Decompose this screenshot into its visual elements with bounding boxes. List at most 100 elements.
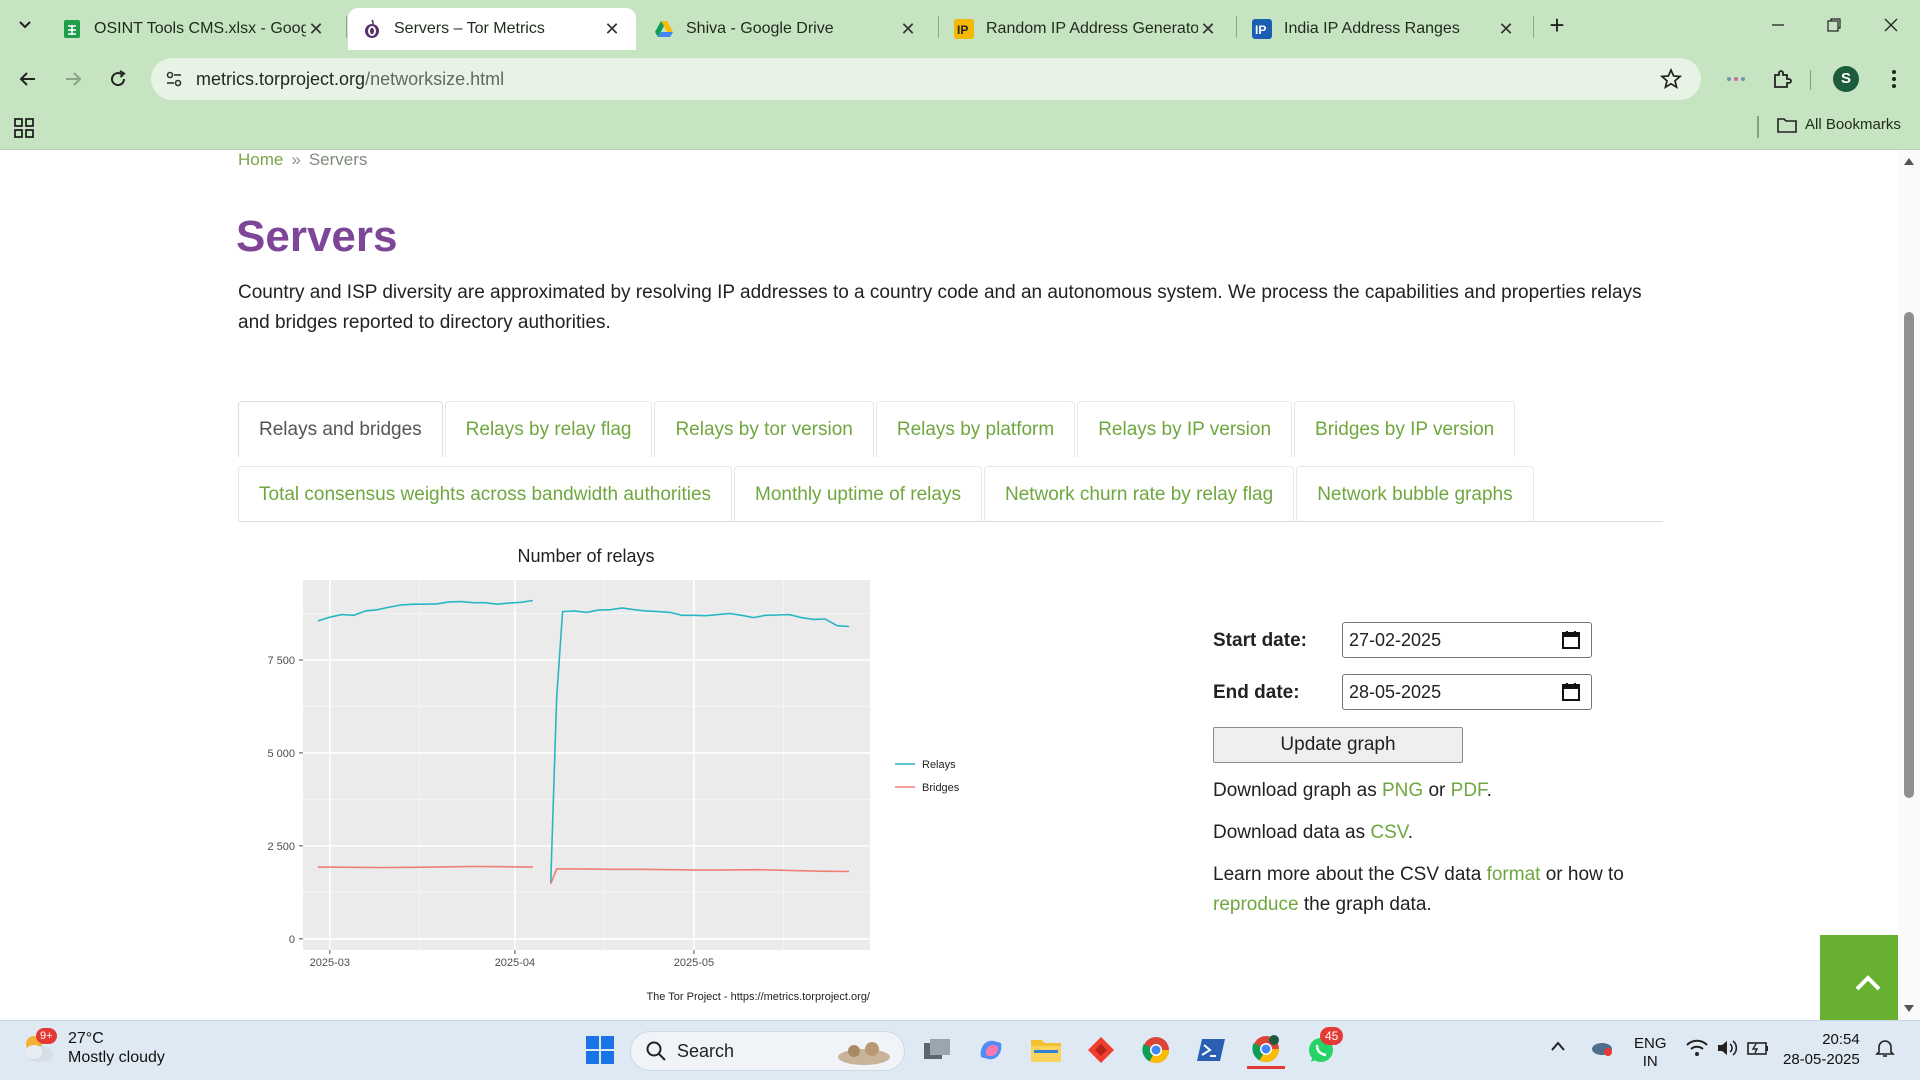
scrollbar-thumb[interactable] xyxy=(1904,312,1914,798)
weather-temp: 27°C xyxy=(68,1030,104,1047)
tab-total-consensus-weights[interactable]: Total consensus weights across bandwidth… xyxy=(238,466,733,522)
close-icon[interactable]: ✕ xyxy=(1198,19,1218,39)
svg-text:IP: IP xyxy=(957,23,968,37)
lens-icon[interactable] xyxy=(1721,64,1751,94)
chrome-button[interactable] xyxy=(1137,1031,1175,1069)
minimize-icon xyxy=(1772,24,1784,26)
task-view-icon xyxy=(924,1039,950,1059)
plus-icon: + xyxy=(1549,10,1565,40)
folder-icon xyxy=(1777,117,1797,133)
tab-relays-by-ip-version[interactable]: Relays by IP version xyxy=(1077,401,1293,457)
y-tick-label: 5 000 xyxy=(267,748,295,760)
wifi-icon[interactable] xyxy=(1686,1039,1708,1062)
volume-icon[interactable] xyxy=(1716,1039,1738,1062)
all-bookmarks-button[interactable]: All Bookmarks xyxy=(1777,116,1901,133)
onedrive-icon[interactable] xyxy=(1590,1037,1614,1062)
tab-network-churn-rate[interactable]: Network churn rate by relay flag xyxy=(983,466,1295,522)
end-date-input[interactable]: 28-05-2025 xyxy=(1342,674,1592,710)
ip-icon: IP xyxy=(954,19,974,39)
address-bar[interactable]: metrics.torproject.org/networksize.html xyxy=(151,58,1701,100)
tab-relays-by-relay-flag[interactable]: Relays by relay flag xyxy=(444,401,653,457)
notifications-icon[interactable] xyxy=(1875,1038,1895,1063)
x-tick-label: 2025-04 xyxy=(495,957,535,969)
powershell-button[interactable] xyxy=(1192,1031,1230,1069)
chrome-profile-button[interactable] xyxy=(1247,1031,1285,1069)
menu-kebab-icon[interactable] xyxy=(1879,64,1909,94)
bookmark-star-icon[interactable] xyxy=(1659,67,1683,91)
close-icon[interactable]: ✕ xyxy=(306,19,326,39)
calendar-icon[interactable] xyxy=(1561,630,1581,650)
weather-widget[interactable]: 9+ 27°C Mostly cloudy xyxy=(20,1028,165,1067)
breadcrumb-home-link[interactable]: Home xyxy=(238,150,283,169)
svg-text:IP: IP xyxy=(1255,23,1266,37)
minimize-button[interactable] xyxy=(1758,10,1798,40)
tab-relays-by-platform[interactable]: Relays by platform xyxy=(875,401,1076,457)
tab-monthly-uptime[interactable]: Monthly uptime of relays xyxy=(734,466,982,522)
bookmarks-divider xyxy=(1757,116,1759,138)
start-button[interactable] xyxy=(581,1031,619,1069)
download-csv-link[interactable]: CSV xyxy=(1370,822,1407,843)
end-date-value: 28-05-2025 xyxy=(1349,682,1442,702)
series-line-bridges xyxy=(317,865,533,869)
scroll-up-arrow-icon[interactable] xyxy=(1903,156,1915,166)
breadcrumb-current: Servers xyxy=(308,150,368,169)
tab-tor-metrics[interactable]: Servers – Tor Metrics ✕ xyxy=(348,8,636,50)
intro-paragraph: Country and ISP diversity are approximat… xyxy=(238,282,1642,333)
new-tab-button[interactable]: + xyxy=(1543,12,1571,40)
close-icon[interactable]: ✕ xyxy=(1496,19,1516,39)
language-indicator[interactable]: ENG IN xyxy=(1634,1035,1667,1071)
tab-osint-sheet[interactable]: OSINT Tools CMS.xlsx - Google ✕ xyxy=(48,8,340,50)
apps-grid-icon[interactable] xyxy=(13,117,35,139)
scroll-to-top-button[interactable] xyxy=(1820,935,1898,1020)
csv-format-link[interactable]: format xyxy=(1487,864,1541,885)
battery-icon[interactable] xyxy=(1747,1039,1769,1062)
clock-time: 20:54 xyxy=(1822,1031,1860,1048)
anydesk-button[interactable] xyxy=(1082,1031,1120,1069)
calendar-icon[interactable] xyxy=(1561,682,1581,702)
tab-search-button[interactable] xyxy=(10,10,40,40)
tab-network-bubble-graphs[interactable]: Network bubble graphs xyxy=(1296,466,1534,522)
y-tick-label: 2 500 xyxy=(267,841,295,853)
restore-button[interactable] xyxy=(1814,10,1854,40)
tab-relays-and-bridges[interactable]: Relays and bridges xyxy=(238,401,443,457)
reload-button[interactable] xyxy=(102,63,134,95)
site-info-icon[interactable] xyxy=(161,66,187,92)
avatar[interactable]: S xyxy=(1833,66,1859,92)
close-icon[interactable]: ✕ xyxy=(898,19,918,39)
taskbar-search[interactable]: Search xyxy=(630,1031,905,1071)
start-date-input[interactable]: 27-02-2025 xyxy=(1342,622,1592,658)
forward-button[interactable] xyxy=(57,63,89,95)
tab-random-ip[interactable]: IP Random IP Address Generator, ✕ xyxy=(940,8,1232,50)
chevron-down-icon xyxy=(19,21,31,29)
task-view-button[interactable] xyxy=(918,1031,956,1069)
tab-bridges-by-ip-version[interactable]: Bridges by IP version xyxy=(1294,401,1516,457)
tor-icon xyxy=(362,19,382,39)
scroll-down-arrow-icon[interactable] xyxy=(1903,1004,1915,1014)
search-highlight-icon xyxy=(838,1042,890,1065)
show-hidden-icons-button[interactable] xyxy=(1550,1039,1566,1057)
close-icon[interactable]: ✕ xyxy=(602,19,622,39)
tab-india-ip[interactable]: IP India IP Address Ranges ✕ xyxy=(1238,8,1530,50)
reproduce-link[interactable]: reproduce xyxy=(1213,894,1299,915)
back-button[interactable] xyxy=(12,63,44,95)
weather-desc: Mostly cloudy xyxy=(68,1049,165,1066)
download-pdf-link[interactable]: PDF xyxy=(1451,780,1487,801)
whatsapp-badge: 45 xyxy=(1320,1027,1344,1045)
tab-relays-by-tor-version[interactable]: Relays by tor version xyxy=(654,401,874,457)
download-png-link[interactable]: PNG xyxy=(1382,780,1423,801)
file-explorer-button[interactable] xyxy=(1027,1031,1065,1069)
search-label: Search xyxy=(677,1040,735,1061)
weather-badge: 9+ xyxy=(36,1028,57,1044)
legend-label-relays: Relays xyxy=(922,759,956,771)
anydesk-icon xyxy=(1088,1037,1114,1063)
tabs-divider xyxy=(238,521,1663,522)
update-graph-button[interactable]: Update graph xyxy=(1213,727,1463,763)
copilot-button[interactable] xyxy=(972,1031,1010,1069)
extensions-icon[interactable] xyxy=(1767,64,1797,94)
close-window-button[interactable] xyxy=(1871,10,1911,40)
tab-google-drive[interactable]: Shiva - Google Drive ✕ xyxy=(640,8,932,50)
page-scrollbar[interactable] xyxy=(1898,150,1920,1020)
x-tick-label: 2025-05 xyxy=(674,957,714,969)
clock[interactable]: 20:54 28-05-2025 xyxy=(1783,1030,1860,1070)
arrow-left-icon xyxy=(19,72,35,86)
